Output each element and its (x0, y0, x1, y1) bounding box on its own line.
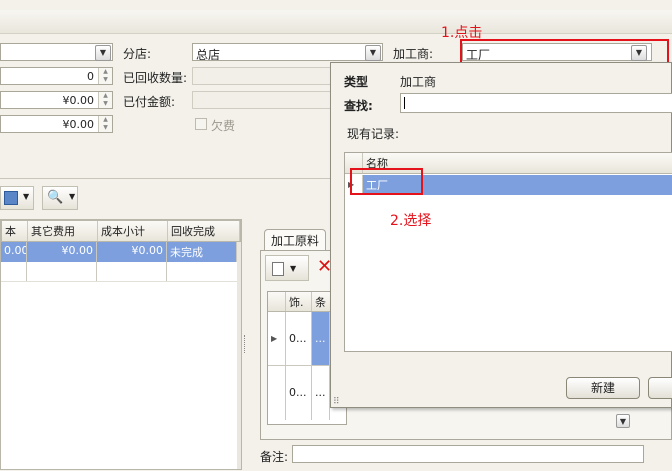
returned-qty-field (192, 67, 342, 85)
left-amount-field-2[interactable]: ¥0.00 ▲ ▼ (0, 115, 113, 133)
type-value: 加工商 (400, 75, 437, 89)
new-document-icon (272, 262, 284, 276)
processor-popup: 类型 加工商 查找: 现有记录: 名称 ▶ 工厂 新建 ⠿ (330, 62, 672, 408)
text-cursor (404, 97, 405, 109)
grid-cell: 未完成 (167, 242, 237, 262)
top-header-strip (0, 10, 672, 34)
processor-label: 加工商: (393, 47, 434, 61)
owed-checkbox[interactable] (195, 118, 207, 130)
grid-cell: 0... (286, 312, 312, 365)
chevron-down-icon[interactable]: ▼ (616, 414, 630, 428)
new-button-label: 新建 (590, 381, 615, 395)
step2-annotation: 2.选择 (390, 213, 432, 229)
chevron-down-icon[interactable]: ▼ (365, 45, 381, 61)
tab-raw-materials[interactable]: 加工原料 (264, 229, 326, 251)
left-combo[interactable]: ▼ (0, 43, 113, 61)
spinner-icon[interactable]: ▲ ▼ (98, 116, 112, 132)
new-button[interactable]: 新建 (566, 377, 640, 399)
dropdown-arrow-icon: ▼ (290, 264, 297, 273)
owed-label: 欠费 (211, 119, 236, 133)
grid-cell: 0.00 (1, 242, 27, 262)
tab-label: 加工原料 (270, 234, 319, 248)
spinner-icon[interactable]: ▲ ▼ (98, 92, 112, 108)
left-amount-value-1: ¥0.00 (62, 94, 95, 107)
branch-select[interactable]: 总店 ▼ (192, 43, 383, 62)
dropdown-arrow-icon: ▼ (69, 192, 76, 201)
col-header[interactable]: 饰. (286, 292, 312, 311)
col-header[interactable]: 成本小计 (98, 221, 168, 241)
search-input[interactable] (400, 93, 672, 113)
resize-grip-icon[interactable]: ⠿ (333, 397, 340, 407)
secondary-button[interactable] (648, 377, 672, 399)
grid-scrollbar[interactable] (237, 242, 241, 469)
dropdown-arrow-icon: ▼ (23, 192, 30, 201)
row-pointer-icon: ▶ (268, 312, 286, 365)
grid-cell: ... (312, 312, 330, 365)
left-amount-value-2: ¥0.00 (62, 118, 95, 131)
col-header[interactable]: 其它费用 (28, 221, 98, 241)
grid-cell: 0... (286, 366, 312, 420)
grid-header: 本 其它费用 成本小计 回收完成 (1, 220, 241, 242)
col-header[interactable]: 本 (2, 221, 28, 241)
paid-amount-label: 已付金额: (123, 95, 176, 109)
left-amount-field-1[interactable]: ¥0.00 ▲ ▼ (0, 91, 113, 109)
left-qty-value: 0 (87, 70, 94, 83)
new-item-button[interactable]: ▼ (265, 255, 309, 281)
splitter-handle[interactable] (244, 335, 247, 353)
empty-row (1, 262, 237, 282)
type-label: 类型 (344, 75, 369, 89)
chevron-down-icon[interactable]: ▼ (95, 45, 111, 61)
left-grid: 本 其它费用 成本小计 回收完成 0.00 ¥0.00 ¥0.00 未完成 (0, 219, 242, 470)
grid-cell: ¥0.00 (27, 242, 97, 262)
search-label: 查找: (344, 99, 373, 113)
remark-input[interactable] (292, 445, 644, 463)
search-icon: 🔍 (47, 190, 64, 205)
save-icon (4, 191, 18, 205)
remark-label: 备注: (260, 450, 289, 464)
spinner-icon[interactable]: ▲ ▼ (98, 68, 112, 84)
col-header[interactable]: 回收完成 (168, 221, 240, 241)
records-label: 现有记录: (347, 127, 400, 141)
grid-cell: ¥0.00 (97, 242, 167, 262)
left-qty-field[interactable]: 0 ▲ ▼ (0, 67, 113, 85)
section-divider (0, 178, 330, 179)
paid-amount-field (192, 91, 342, 109)
grid-cell: ... (312, 366, 330, 420)
save-button[interactable]: ▼ (0, 186, 34, 210)
select-highlight-box (350, 168, 423, 195)
branch-label: 分店: (123, 47, 152, 61)
branch-value: 总店 (196, 48, 221, 62)
step1-annotation: 1.点击 (441, 25, 483, 41)
returned-qty-label: 已回收数量: (123, 71, 188, 85)
table-row[interactable]: 0.00 ¥0.00 ¥0.00 未完成 (1, 242, 237, 262)
search-tool-button[interactable]: 🔍 ▼ (42, 186, 78, 210)
